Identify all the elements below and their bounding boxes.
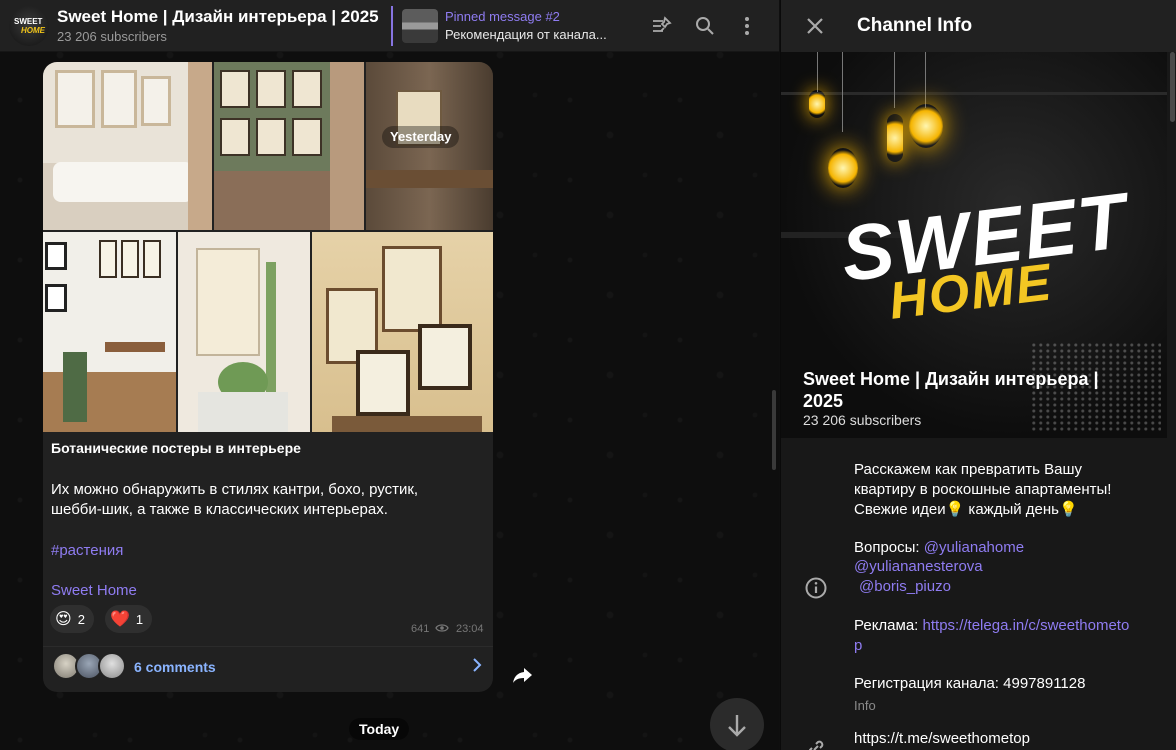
channel-avatar[interactable]: SWEET HOME xyxy=(9,6,49,46)
description-line-1: Расскажем как превратить Вашу квартиру в… xyxy=(854,461,1112,498)
post-signature[interactable]: Sweet Home xyxy=(51,582,137,599)
eye-icon xyxy=(435,624,450,632)
channel-subscribers: 23 206 subscribers xyxy=(57,29,167,44)
channel-description: Расскажем как превратить Вашу квартиру в… xyxy=(854,460,1144,520)
reaction-heart[interactable]: ❤️ 1 xyxy=(105,605,153,633)
comments-label[interactable]: 6 comments xyxy=(134,659,216,675)
ads-link[interactable]: https://telega.in/c/sweethometo xyxy=(923,617,1130,634)
questions-label: Вопросы: xyxy=(854,539,924,556)
reaction-heart-eyes[interactable]: 😍 2 xyxy=(50,605,94,633)
info-panel-header: Channel Info xyxy=(781,0,1176,52)
post-time: 23:04 xyxy=(456,623,484,635)
questions-link[interactable]: @yuliananesterova xyxy=(854,557,983,577)
share-forward-icon[interactable] xyxy=(507,660,537,690)
photo-2[interactable] xyxy=(214,62,364,230)
cover-subscribers: 23 206 subscribers xyxy=(803,412,922,428)
heart-emoji-icon: ❤️ xyxy=(110,611,130,628)
channel-link[interactable]: https://t.me/sweethometop xyxy=(854,729,1030,749)
info-panel-scrollbar[interactable] xyxy=(1170,52,1175,122)
chat-header[interactable]: SWEET HOME Sweet Home | Дизайн интерьера… xyxy=(0,0,779,52)
arrow-down-icon xyxy=(728,715,746,737)
post-title: Ботанические постеры в интерьере xyxy=(51,440,301,456)
chat-scrollbar[interactable] xyxy=(772,390,776,470)
pinned-message-bar[interactable]: Pinned message #2 Рекомендация от канала… xyxy=(391,6,641,46)
views-count: 641 xyxy=(411,623,430,635)
description-line-2: Свежие идеи💡 каждый день💡 xyxy=(854,501,1078,518)
channel-registration: Регистрация канала: 4997891128 xyxy=(854,675,1086,692)
avatar-logo-sweet: SWEET xyxy=(14,17,43,26)
photo-6[interactable] xyxy=(312,232,493,432)
ads-link-continued[interactable]: p xyxy=(854,636,862,656)
cover-channel-name: Sweet Home | Дизайн интерьера | 2025 xyxy=(803,369,1099,411)
info-caption: Info xyxy=(854,698,876,713)
channel-cover-image[interactable]: SWEET HOME Sweet Home | Дизайн интерьера… xyxy=(781,52,1167,438)
info-circle-icon xyxy=(805,577,827,599)
date-badge-yesterday: Yesterday xyxy=(382,126,460,148)
info-panel-title: Channel Info xyxy=(857,15,973,36)
questions-link[interactable]: @boris_piuzo xyxy=(859,577,951,597)
ads-label: Реклама: xyxy=(854,617,923,634)
date-badge-today: Today xyxy=(349,718,410,740)
reaction-count: 1 xyxy=(135,611,144,627)
photo-1[interactable] xyxy=(43,62,212,230)
channel-post[interactable]: Yesterday Ботанические постеры в интерье… xyxy=(43,62,493,692)
photo-4[interactable] xyxy=(43,232,176,432)
post-views: 641 xyxy=(411,623,450,635)
pinned-text: Рекомендация от канала... xyxy=(445,27,607,42)
pinned-thumbnail xyxy=(402,9,438,43)
pinned-label: Pinned message #2 xyxy=(445,9,560,24)
link-icon xyxy=(808,740,824,750)
chat-area: SWEET HOME Sweet Home | Дизайн интерьера… xyxy=(0,0,779,750)
scroll-to-bottom-button[interactable] xyxy=(710,698,764,750)
questions-link[interactable]: @yulianahome xyxy=(924,539,1024,556)
chevron-right-icon[interactable] xyxy=(470,658,484,672)
ads-line: Реклама: https://telega.in/c/sweethometo xyxy=(854,616,1129,636)
search-icon[interactable] xyxy=(693,14,717,38)
reaction-count: 2 xyxy=(77,611,85,627)
post-hashtag[interactable]: #растения xyxy=(51,542,123,559)
close-icon[interactable] xyxy=(803,14,827,38)
questions-line: Вопросы: @yulianahome xyxy=(854,538,1024,558)
more-menu-icon[interactable] xyxy=(735,14,759,38)
channel-title[interactable]: Sweet Home | Дизайн интерьера | 2025 xyxy=(57,7,379,27)
avatar-logo-home: HOME xyxy=(21,26,45,35)
photo-5[interactable] xyxy=(178,232,310,432)
heart-eyes-emoji-icon: 😍 xyxy=(55,611,72,628)
commenter-avatar xyxy=(98,652,126,680)
post-body: Их можно обнаружить в стилях кантри, бох… xyxy=(51,481,419,518)
channel-info-panel: Channel Info SWEET HOME Sweet Home | Диз… xyxy=(780,0,1176,750)
pinned-list-icon[interactable] xyxy=(650,14,674,38)
